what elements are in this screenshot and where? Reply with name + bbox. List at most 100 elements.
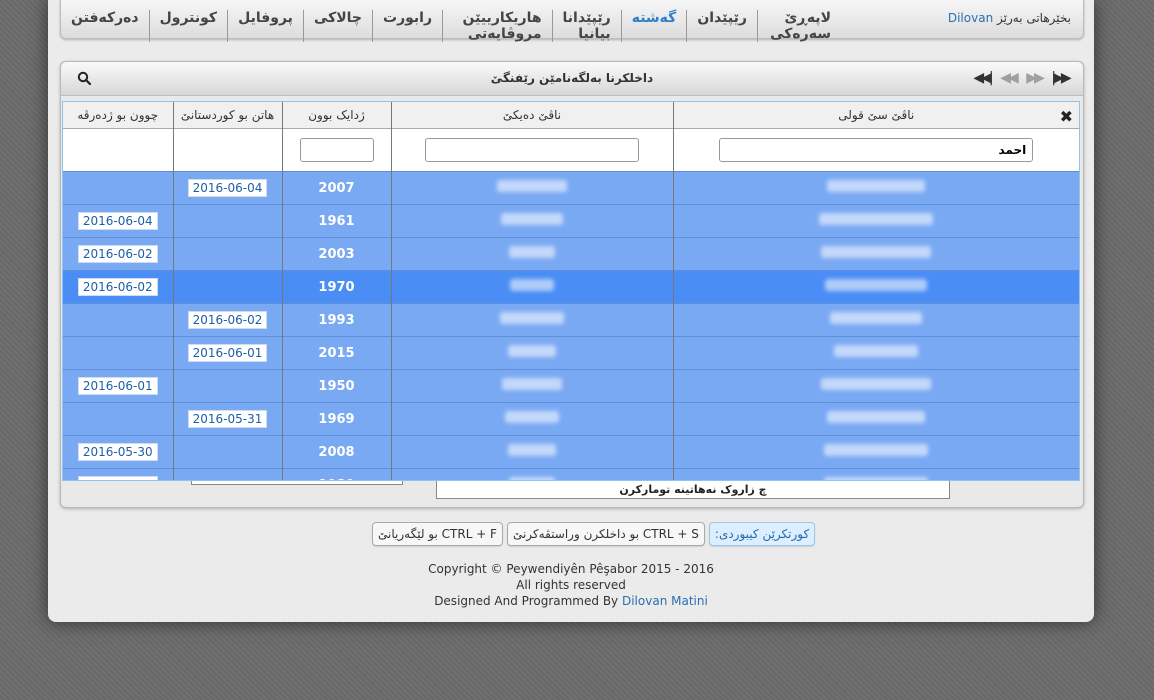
cell-birth: 2007 <box>281 171 391 205</box>
children-status-box: چ زاروک نەهاتینە تومارکرن <box>436 480 950 499</box>
blurred-name <box>825 279 928 291</box>
nav-item-9[interactable]: دەرکەفتن <box>61 10 149 42</box>
user-name-link[interactable]: Dilovan <box>948 11 993 25</box>
cell-birth: 2008 <box>281 435 391 469</box>
cell-fullname <box>672 204 1079 238</box>
filter-row <box>63 128 1079 172</box>
welcome-text: بخێرهاتی بەرێز Dilovan <box>948 11 1071 25</box>
departure-date: 2016-06-02 <box>77 245 158 263</box>
table-row[interactable]: 1980 2016-05-29 <box>63 468 1079 480</box>
table-row[interactable]: 2007 2016-06-04 <box>63 171 1079 205</box>
cell-fullname <box>672 336 1079 370</box>
cell-birth: 1961 <box>281 204 391 238</box>
table-row[interactable]: 1993 2016-06-02 <box>63 303 1079 337</box>
close-icon[interactable]: ✖ <box>1060 107 1073 126</box>
footer-credits: Designed And Programmed By Dilovan Matin… <box>48 593 1094 609</box>
footer-designed-by: Designed And Programmed By <box>434 594 619 608</box>
cell-arrival <box>172 204 282 238</box>
cell-birth: 1969 <box>281 402 391 436</box>
nav-item-7[interactable]: پروفایل <box>227 10 303 42</box>
filter-cell-departure <box>63 128 173 172</box>
cell-mother <box>390 468 673 480</box>
arrival-date: 2016-06-01 <box>187 344 268 362</box>
arrival-date: 2016-05-31 <box>187 410 268 428</box>
table-row[interactable]: 2008 2016-05-30 <box>63 435 1079 469</box>
panel-title: داخلکرنا بەلگەنامێن رێفنگێ <box>490 71 654 85</box>
keyboard-shortcuts: کورتکرێن کیبوردی: CTRL + S بو داخلکرن ور… <box>372 522 816 546</box>
nav-item-4[interactable]: هاریکارییێن مروڤایەتی <box>442 10 552 42</box>
search-results-grid: ✖ ناڤێ سێ قولی ناڤێ دەیکێ ژدایک بوون هات… <box>62 101 1080 481</box>
departure-date: 2016-06-02 <box>77 278 158 296</box>
cell-arrival <box>172 237 282 271</box>
nav-item-6[interactable]: چالاکی <box>302 10 372 42</box>
column-header-birth[interactable]: ژدایک بوون <box>281 102 391 129</box>
nav-item-3[interactable]: رێپێدانا بیانیا <box>551 10 621 42</box>
filter-cell-birth <box>281 128 391 172</box>
blurred-name <box>827 180 926 192</box>
nav-item-5[interactable]: رابورت <box>372 10 442 42</box>
cell-mother <box>390 237 673 271</box>
table-row[interactable]: 1950 2016-06-01 <box>63 369 1079 403</box>
filter-cell-mother <box>390 128 673 172</box>
nav-item-8[interactable]: کونترول <box>148 10 227 42</box>
cell-departure: 2016-05-30 <box>63 435 173 469</box>
mother-filter-input[interactable] <box>425 138 639 162</box>
cell-fullname <box>672 369 1079 403</box>
cell-mother <box>390 171 673 205</box>
column-header-departure[interactable]: چوون بو ژدەرڤە <box>63 102 173 129</box>
cell-mother <box>390 204 673 238</box>
cell-arrival <box>172 369 282 403</box>
cell-fullname <box>672 435 1079 469</box>
blurred-name <box>834 345 919 357</box>
filter-cell-name <box>672 128 1079 172</box>
table-row[interactable]: 1970 2016-06-02 <box>63 270 1079 304</box>
blurred-name <box>821 378 932 390</box>
top-navigation: بخێرهاتی بەرێز Dilovan لاپەڕێ سەرەکی رێپێ… <box>60 0 1084 42</box>
arrival-date: 2016-06-02 <box>187 311 268 329</box>
table-row[interactable]: 1969 2016-05-31 <box>63 402 1079 436</box>
name-filter-input[interactable] <box>719 138 1034 162</box>
blurred-mother-name <box>500 312 564 324</box>
author-link[interactable]: Dilovan Matini <box>622 594 708 608</box>
nav-item-1[interactable]: رێپێدان <box>686 10 757 42</box>
cell-mother <box>390 435 673 469</box>
blurred-mother-name <box>509 477 555 480</box>
arrival-date: 2016-06-04 <box>187 179 268 197</box>
column-header-mother[interactable]: ناڤێ دەیکێ <box>390 102 673 129</box>
filter-cell-arrival <box>172 128 282 172</box>
blurred-mother-name <box>509 246 555 258</box>
cell-departure <box>63 303 173 337</box>
cell-departure: 2016-06-01 <box>63 369 173 403</box>
cell-fullname <box>672 270 1079 304</box>
nav-item-0[interactable]: لاپەڕێ سەرەکی <box>756 10 841 42</box>
blurred-mother-name <box>508 345 556 357</box>
cell-arrival <box>172 270 282 304</box>
cell-arrival <box>172 468 282 480</box>
birth-filter-input[interactable] <box>299 138 374 162</box>
cell-arrival: 2016-06-02 <box>172 303 282 337</box>
cell-birth: 1950 <box>281 369 391 403</box>
footer-copyright: Copyright © Peywendiyên Pêşabor 2015 - 2… <box>428 562 714 576</box>
blurred-name <box>830 312 923 324</box>
cell-fullname <box>672 237 1079 271</box>
blurred-mother-name <box>505 411 559 423</box>
cell-birth: 1970 <box>281 270 391 304</box>
shortcuts-label: کورتکرێن کیبوردی: <box>708 522 816 546</box>
column-header-fullname[interactable]: ناڤێ سێ قولی <box>672 102 1079 129</box>
search-icon[interactable] <box>77 71 91 85</box>
cell-departure <box>63 171 173 205</box>
table-row[interactable]: 2015 2016-06-01 <box>63 336 1079 370</box>
column-header-arrival[interactable]: هاتن بو کوردستانێ <box>172 102 282 129</box>
blurred-mother-name <box>497 180 567 192</box>
nav-item-2[interactable]: گەشتە <box>620 10 687 42</box>
blurred-mother-name <box>508 444 556 456</box>
table-row[interactable]: 1961 2016-06-04 <box>63 204 1079 238</box>
table-row[interactable]: 2003 2016-06-02 <box>63 237 1079 271</box>
blurred-name <box>821 246 932 258</box>
cell-departure: 2016-06-04 <box>63 204 173 238</box>
find-shortcut-hint: CTRL + F بو لێگەریانێ <box>372 522 503 546</box>
cell-mother <box>390 270 673 304</box>
blurred-mother-name <box>502 378 562 390</box>
cell-mother <box>390 303 673 337</box>
blurred-mother-name <box>510 279 554 291</box>
